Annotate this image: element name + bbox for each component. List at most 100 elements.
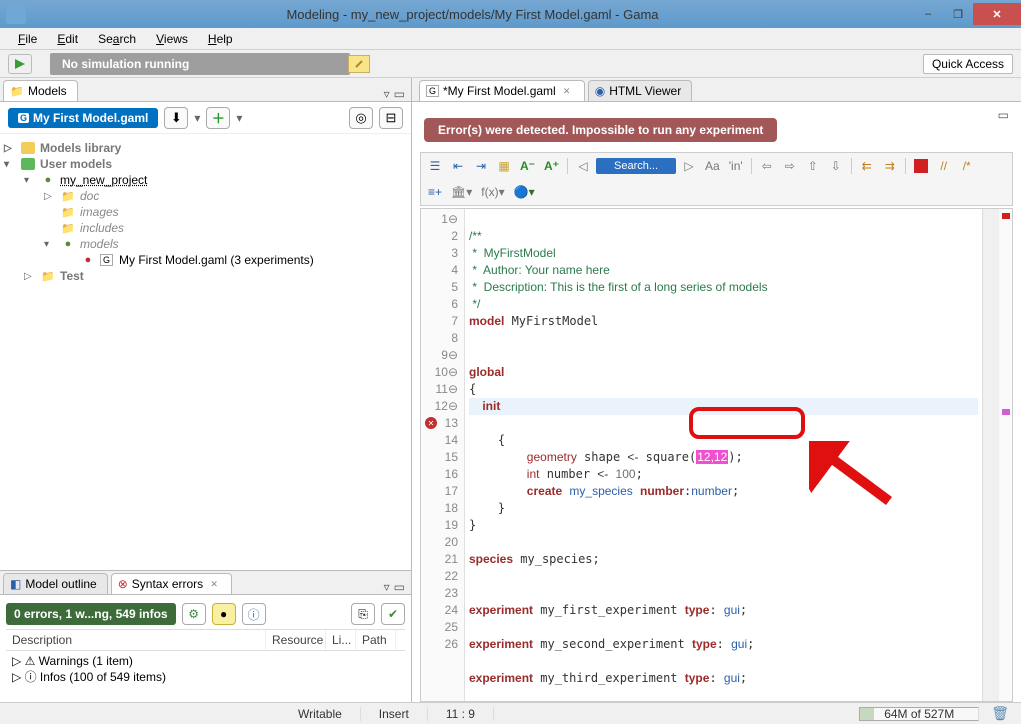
dropdown-icon-2[interactable]: ▾ bbox=[236, 111, 242, 125]
annotation-arrow bbox=[809, 441, 899, 511]
editor-toolbar: ☰ ⇤ ⇥ ▦ A⁻ A⁺ ◁ Search... ▷ Aa 'in' ⇦ ⇨ … bbox=[420, 152, 1013, 206]
warnings-group[interactable]: ▷ ⚠ Warnings (1 item) bbox=[12, 654, 399, 668]
font-increase-icon[interactable]: A⁺ bbox=[541, 156, 562, 176]
comment-block-icon[interactable]: /* bbox=[957, 156, 977, 176]
error-banner: Error(s) were detected. Impossible to ru… bbox=[424, 118, 777, 142]
collapse-all-button[interactable]: ⊟ bbox=[379, 107, 403, 129]
menu-help[interactable]: Help bbox=[200, 30, 241, 48]
tab-models-label: Models bbox=[28, 84, 67, 98]
close-tab-icon[interactable] bbox=[207, 577, 221, 591]
gc-button[interactable]: 🗑 bbox=[979, 705, 1021, 722]
menu-edit[interactable]: Edit bbox=[49, 30, 86, 48]
edit-status-button[interactable] bbox=[348, 55, 370, 73]
tree-test[interactable]: Test bbox=[60, 269, 84, 283]
format-icon[interactable]: ▦ bbox=[494, 156, 514, 176]
minimize-editor-icon[interactable]: ▭ bbox=[998, 108, 1009, 122]
templates-icon[interactable]: 🏛▾ bbox=[448, 182, 475, 202]
close-tab-icon[interactable] bbox=[560, 84, 574, 98]
infos-group[interactable]: ▷ ⓘ Infos (100 of 549 items) bbox=[12, 668, 399, 685]
tree-includes[interactable]: includes bbox=[80, 221, 124, 235]
indent-left-icon[interactable]: ⇤ bbox=[448, 156, 468, 176]
errors-table-header: Description Resource Li... Path bbox=[6, 629, 405, 651]
filter-settings-button[interactable]: ⚙ bbox=[182, 603, 206, 625]
vertical-scrollbar[interactable] bbox=[982, 209, 998, 701]
expand-all-icon[interactable]: ≡+ bbox=[425, 182, 445, 202]
outdent-icon[interactable]: ⇇ bbox=[857, 156, 877, 176]
bottom-panel: ◧ Model outline ⊗ Syntax errors ▿ ▭ 0 er… bbox=[0, 570, 411, 724]
search-input[interactable]: Search... bbox=[596, 158, 676, 174]
window-minimize-button[interactable]: – bbox=[913, 3, 943, 25]
nav-down-icon[interactable]: ⇩ bbox=[826, 156, 846, 176]
memory-bar[interactable]: 64M of 527M bbox=[859, 707, 979, 721]
tree-user-models[interactable]: User models bbox=[40, 157, 112, 171]
error-gutter-icon[interactable]: ✕ bbox=[425, 417, 437, 429]
quick-access-field[interactable]: Quick Access bbox=[923, 54, 1013, 74]
menu-search[interactable]: Search bbox=[90, 30, 144, 48]
match-case-icon[interactable]: Aa bbox=[702, 156, 723, 176]
models-panel-toolbar: G My First Model.gaml ⬇ ▾ ＋ ▾ ◎ ⊟ bbox=[0, 102, 411, 134]
tree-doc[interactable]: doc bbox=[80, 189, 99, 203]
functions-icon[interactable]: f(x)▾ bbox=[478, 182, 507, 202]
validate-button[interactable]: ✔ bbox=[381, 603, 405, 625]
filter-infos-button[interactable]: ⓘ bbox=[242, 603, 266, 625]
nav-up-icon[interactable]: ⇧ bbox=[803, 156, 823, 176]
gaml-file-icon: G bbox=[100, 254, 113, 266]
window-maximize-button[interactable]: ❐ bbox=[943, 3, 973, 25]
view-menu-icon[interactable]: ▿ bbox=[384, 580, 390, 594]
search-next-icon[interactable]: ▷ bbox=[679, 156, 699, 176]
filter-warnings-button[interactable]: ● bbox=[212, 603, 236, 625]
tab-syntax-errors[interactable]: ⊗ Syntax errors bbox=[111, 573, 232, 594]
search-prev-icon[interactable]: ◁ bbox=[573, 156, 593, 176]
tree-model-file[interactable]: My First Model.gaml (3 experiments) bbox=[119, 253, 314, 267]
error-marker-icon[interactable] bbox=[911, 156, 931, 176]
folder-icon bbox=[10, 84, 24, 98]
col-resource[interactable]: Resource bbox=[266, 630, 326, 650]
current-file-chip[interactable]: G My First Model.gaml bbox=[8, 108, 158, 128]
indent-right-icon[interactable]: ⇥ bbox=[471, 156, 491, 176]
minimize-panel-icon[interactable]: ▭ bbox=[394, 580, 405, 594]
gaml-file-icon: G bbox=[18, 113, 29, 123]
dropdown-icon[interactable]: ▾ bbox=[194, 111, 200, 125]
code-content[interactable]: /** * MyFirstModel * Author: Your name h… bbox=[465, 209, 982, 701]
run-button[interactable] bbox=[8, 54, 32, 74]
models-tab-bar: Models ▿ ▭ bbox=[0, 78, 411, 102]
col-line[interactable]: Li... bbox=[326, 630, 356, 650]
window-titlebar: Modeling - my_new_project/models/My Firs… bbox=[0, 0, 1021, 28]
editor-tab-file[interactable]: G *My First Model.gaml bbox=[419, 80, 585, 101]
color-picker-icon[interactable]: 🔵▾ bbox=[511, 182, 538, 202]
whole-word-icon[interactable]: 'in' bbox=[726, 156, 746, 176]
export-button[interactable]: ⎘ bbox=[351, 603, 375, 625]
comment-line-icon[interactable]: // bbox=[934, 156, 954, 176]
nav-fwd-icon[interactable]: ⇨ bbox=[780, 156, 800, 176]
menu-views[interactable]: Views bbox=[148, 30, 196, 48]
link-editor-button[interactable]: ◎ bbox=[349, 107, 373, 129]
menu-file[interactable]: File bbox=[10, 30, 45, 48]
overview-ruler[interactable] bbox=[998, 209, 1012, 701]
code-editor[interactable]: 1⊖23456789⊖10⊖11⊖12⊖✕1314151617181920212… bbox=[420, 208, 1013, 702]
indent-icon[interactable]: ⇉ bbox=[880, 156, 900, 176]
view-menu-icon[interactable]: ▿ bbox=[384, 87, 390, 101]
outline-icon: ◧ bbox=[10, 577, 21, 591]
models-tree[interactable]: ▷Models library ▾User models ▾●my_new_pr… bbox=[0, 134, 411, 570]
tree-project[interactable]: my_new_project bbox=[60, 173, 147, 187]
error-icon: ⊗ bbox=[118, 577, 128, 591]
html-icon: ◉ bbox=[595, 84, 605, 98]
tab-models[interactable]: Models bbox=[3, 80, 78, 101]
tab-model-outline[interactable]: ◧ Model outline bbox=[3, 573, 108, 594]
new-button[interactable]: ＋ bbox=[206, 107, 230, 129]
minimize-panel-icon[interactable]: ▭ bbox=[394, 87, 405, 101]
outline-toggle-icon[interactable]: ☰ bbox=[425, 156, 445, 176]
import-button[interactable]: ⬇ bbox=[164, 107, 188, 129]
col-description[interactable]: Description bbox=[6, 630, 266, 650]
editor-tab-html-viewer[interactable]: ◉ HTML Viewer bbox=[588, 80, 693, 101]
tree-models-folder[interactable]: models bbox=[80, 237, 119, 251]
status-mode: Insert bbox=[361, 707, 428, 721]
font-decrease-icon[interactable]: A⁻ bbox=[517, 156, 538, 176]
tree-images[interactable]: images bbox=[80, 205, 119, 219]
main-toolbar: No simulation running Quick Access bbox=[0, 50, 1021, 78]
tab-outline-label: Model outline bbox=[25, 577, 96, 591]
window-close-button[interactable]: ✕ bbox=[973, 3, 1021, 25]
col-path[interactable]: Path bbox=[356, 630, 396, 650]
tree-models-library[interactable]: Models library bbox=[40, 141, 121, 155]
nav-back-icon[interactable]: ⇦ bbox=[757, 156, 777, 176]
